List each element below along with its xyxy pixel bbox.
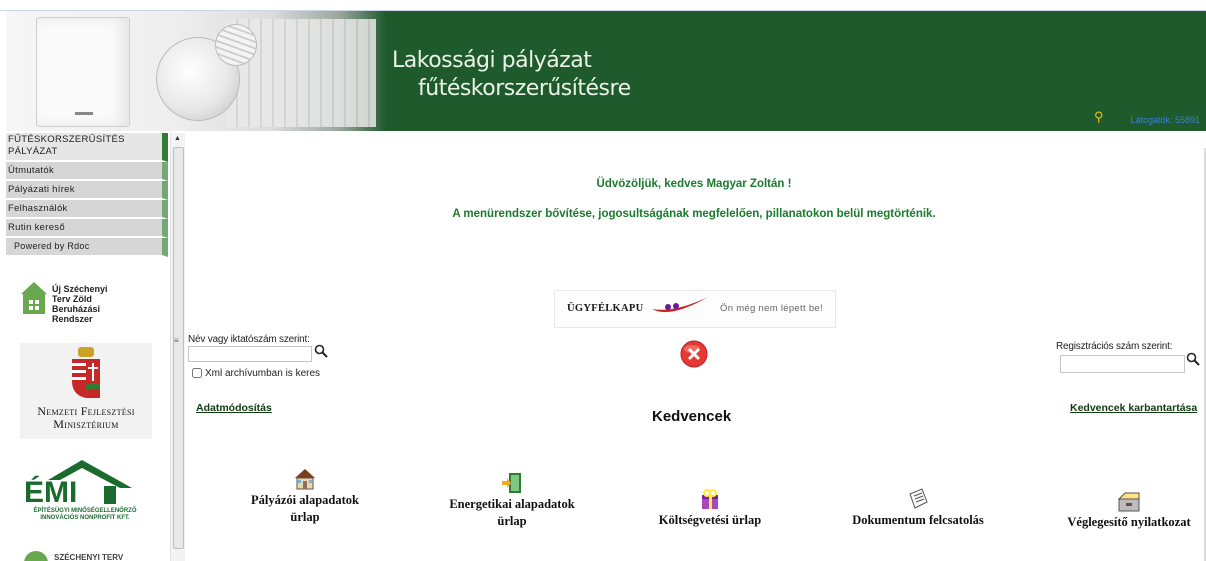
name-search-input[interactable] <box>188 346 312 362</box>
favorite-koltsegvetesi-urlap[interactable]: Költségvetési ürlap <box>636 488 784 529</box>
sidebar-item-powered-by[interactable]: Powered by Rdoc <box>6 238 168 257</box>
emi-logo-text: ÉPÍTÉSÜGYI MINŐSÉGELLENŐRZŐ INNOVÁCIÓS N… <box>33 508 137 521</box>
site-title-line1: Lakossági pályázat <box>392 48 592 73</box>
favorite-label-line1: Költségvetési ürlap <box>658 513 762 527</box>
info-message: A menürendszer bővítése, jogosultságának… <box>452 208 936 220</box>
welcome-message: Üdvözöljük, kedves Magyar Zoltán ! <box>596 178 792 190</box>
favorite-label-line1: Energetikai alapadatok <box>449 497 575 511</box>
nfm-logo[interactable]: Nemzeti Fejlesztési Minisztérium <box>20 343 152 439</box>
ugyfelkapu-status: Ön még nem lépett be! <box>720 303 823 314</box>
xml-archive-label: Xml archívumban is keres <box>205 368 321 379</box>
sidebar-item-rutin-kereso[interactable]: Rutin kereső <box>6 219 168 238</box>
kedvencek-heading: Kedvencek <box>652 408 732 425</box>
site-header: Lakossági pályázat fűtéskorszerűsítésre … <box>6 11 1206 131</box>
gift-box-icon <box>702 489 718 509</box>
favorite-energetikai-alapadatok[interactable]: Energetikai alapadatok ürlap <box>436 472 588 530</box>
uj-szechenyi-terv-logo[interactable]: Új Széchenyi Terv Zöld Beruházási Rendsz… <box>20 276 150 324</box>
favorite-veglegesito-nyilatkozat[interactable]: Véglegesítő nyilatkozat <box>1056 490 1202 531</box>
boiler-image <box>36 17 130 127</box>
site-title-line2: fűtéskorszerűsítésre <box>418 76 631 101</box>
szechenyi-logo[interactable]: SZÉCHENYI TERV <box>20 549 150 561</box>
favorite-palyazoi-alapadatok[interactable]: Pályázói alapadatok ürlap <box>236 468 374 526</box>
ugyfelkapu-swoosh-icon <box>652 297 708 313</box>
registration-search-label: Regisztrációs szám szerint: <box>1056 341 1173 352</box>
sidebar-item-utmutatok[interactable]: Útmutatók <box>6 162 168 181</box>
ugyfelkapu-name: ÜGYFÉLKAPU <box>567 303 644 314</box>
window-top-bar <box>0 0 1206 11</box>
house-icon <box>21 282 47 314</box>
kedvencek-karbantartasa-link[interactable]: Kedvencek karbantartása <box>1070 402 1197 414</box>
favorite-label-line2: ürlap <box>290 510 320 524</box>
szechenyi-logo-text: SZÉCHENYI TERV <box>54 553 124 561</box>
sidebar-item-futeskorszerusites[interactable]: FŰTÉSKORSZERŰSÍTÉS PÁLYÁZAT <box>6 133 168 162</box>
ugyfelkapu-banner[interactable]: ÜGYFÉLKAPU Ön még nem lépett be! <box>554 290 836 328</box>
name-search-label: Név vagy iktatószám szerint: <box>188 334 310 345</box>
favorite-label-line1: Pályázói alapadatok <box>251 493 359 507</box>
emi-logo-icon: ÉMI <box>24 460 132 506</box>
favorite-label-line1: Dokumentum felcsatolás <box>852 513 984 527</box>
search-icon[interactable] <box>314 344 328 358</box>
error-close-icon[interactable] <box>680 340 708 368</box>
xml-archive-checkbox[interactable] <box>192 368 202 378</box>
favorite-label-line1: Véglegesítő nyilatkozat <box>1067 515 1191 529</box>
coat-of-arms-icon <box>72 347 100 398</box>
emi-logo[interactable]: ÉMI ÉPÍTÉSÜGYI MINŐSÉGELLENŐRZŐ INNOVÁCI… <box>20 458 150 528</box>
adatmodositas-link[interactable]: Adatmódosítás <box>196 402 272 414</box>
thermostat-knob-image <box>156 24 257 121</box>
door-icon <box>502 473 521 493</box>
szechenyi-logo-dot-icon <box>24 551 48 561</box>
key-icon[interactable]: ⚲ <box>1094 110 1110 123</box>
scroll-up-arrow-icon[interactable]: ▲ <box>174 135 181 142</box>
splitter-grip-icon[interactable]: ≡ <box>174 336 179 345</box>
scrollbar-thumb[interactable] <box>173 147 184 549</box>
sidebar: FŰTÉSKORSZERŰSÍTÉS PÁLYÁZAT Útmutatók Pá… <box>6 133 168 561</box>
header-photo <box>6 11 386 131</box>
sidebar-item-felhasznalok[interactable]: Felhasználók <box>6 200 168 219</box>
sidebar-scrollbar[interactable]: ▲ <box>170 133 185 561</box>
nfm-line2: Minisztérium <box>53 417 119 431</box>
uszt-logo-text: Új Széchenyi Terv Zöld Beruházási Rendsz… <box>52 284 108 324</box>
visitor-counter: Látogatók: 55891 <box>1130 115 1200 125</box>
nfm-logo-text: Nemzeti Fejlesztési Minisztérium <box>20 405 152 431</box>
favorite-dokumentum-felcsatolas[interactable]: Dokumentum felcsatolás <box>838 488 998 529</box>
svg-text:ÉMI: ÉMI <box>24 475 77 506</box>
site-title: Lakossági pályázat fűtéskorszerűsítésre <box>392 47 631 103</box>
favorite-label-line2: ürlap <box>497 514 527 528</box>
document-icon <box>909 488 928 509</box>
archive-box-icon <box>1117 492 1140 512</box>
sidebar-item-palyazati-hirek[interactable]: Pályázati hírek <box>6 181 168 200</box>
registration-search-input[interactable] <box>1060 355 1185 373</box>
house-icon <box>295 469 315 490</box>
search-icon[interactable] <box>1186 352 1200 366</box>
